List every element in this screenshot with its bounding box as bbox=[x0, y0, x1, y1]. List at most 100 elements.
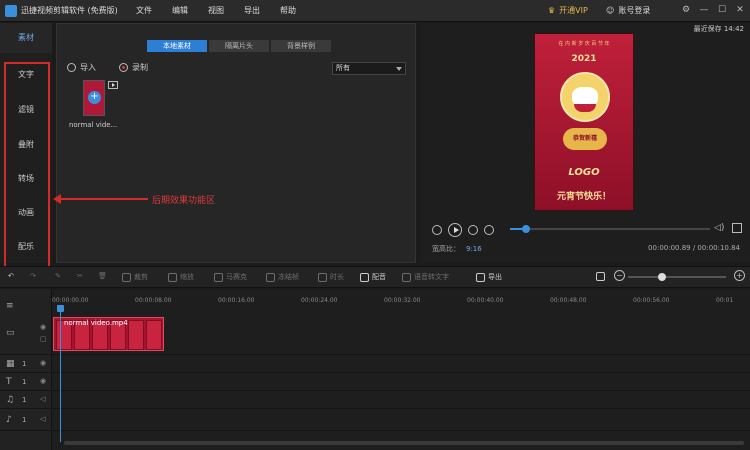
poster-logo: LOGO bbox=[568, 167, 600, 178]
zoom-slider[interactable] bbox=[628, 273, 726, 281]
minimize-icon[interactable]: — bbox=[698, 3, 710, 17]
speaker-icon[interactable]: ◁ bbox=[40, 395, 45, 403]
close-icon[interactable]: ✕ bbox=[734, 3, 746, 17]
window-controls: ⚙ — ☐ ✕ bbox=[680, 3, 746, 17]
redo-icon[interactable]: ↷ bbox=[30, 272, 36, 280]
media-library-panel: 本地素材 隔离片头 背景样例 导入 录制 所有 + normal vide... bbox=[56, 23, 416, 263]
login-button[interactable]: ☺ 账号登录 bbox=[606, 5, 650, 16]
previous-frame-icon[interactable] bbox=[432, 225, 442, 235]
speech-to-text-button[interactable]: 语音转文字 bbox=[402, 272, 449, 282]
tab-material[interactable]: 素材 bbox=[0, 23, 52, 53]
record-button[interactable]: 录制 bbox=[119, 62, 148, 73]
zoom-out-icon[interactable]: − bbox=[614, 270, 625, 281]
freeze-frame-label: 冻结帧 bbox=[278, 273, 299, 281]
app-logo-icon bbox=[5, 5, 17, 17]
tab-local-media[interactable]: 本地素材 bbox=[147, 40, 207, 52]
crop-label: 裁剪 bbox=[134, 273, 148, 281]
lion-head-image bbox=[560, 72, 610, 122]
mosaic-button[interactable]: 马赛克 bbox=[214, 272, 247, 282]
menu-help[interactable]: 帮助 bbox=[280, 5, 296, 16]
menu-file[interactable]: 文件 bbox=[136, 5, 152, 16]
tool-filter[interactable]: 滤镜 bbox=[0, 104, 52, 115]
eye-icon[interactable]: ◉ bbox=[40, 323, 46, 331]
ruler-label: 00:00:00.00 bbox=[52, 297, 89, 304]
split-icon[interactable]: ✂ bbox=[77, 272, 83, 280]
edit-icon[interactable]: ✎ bbox=[55, 272, 61, 280]
zoom-tool-button[interactable]: 缩放 bbox=[168, 272, 194, 282]
aspect-label: 宽高比： bbox=[432, 245, 460, 253]
seek-bar[interactable] bbox=[510, 225, 710, 233]
chevron-down-icon bbox=[396, 67, 402, 71]
lion-mouth bbox=[574, 104, 596, 112]
clock-icon bbox=[318, 272, 327, 282]
poster-badge: 恭贺新禧 bbox=[563, 128, 607, 150]
crop-icon bbox=[122, 272, 131, 282]
delete-icon[interactable]: 🗑 bbox=[98, 272, 107, 280]
next-frame-icon[interactable] bbox=[468, 225, 478, 235]
volume-icon[interactable]: ◁) bbox=[714, 223, 726, 233]
preview-frame: 在 内 新 岁 庆 百 节 年 2021 恭贺新禧 LOGO 元宵节快乐！ bbox=[534, 33, 634, 211]
export-button[interactable]: 导出 bbox=[476, 272, 502, 282]
playback-controls bbox=[432, 223, 494, 237]
ruler-label: 00:01 bbox=[716, 297, 734, 304]
freeze-frame-icon bbox=[266, 272, 275, 282]
app-title: 迅捷视频剪辑软件 (免费版) bbox=[21, 6, 118, 15]
speaker-icon[interactable]: ◁ bbox=[40, 415, 45, 423]
annotation-label: 后期效果功能区 bbox=[152, 196, 216, 206]
crop-button[interactable]: 裁剪 bbox=[122, 272, 148, 282]
undo-icon[interactable]: ↶ bbox=[8, 272, 14, 280]
tool-overlay[interactable]: 叠附 bbox=[0, 139, 52, 150]
freeze-frame-button[interactable]: 冻结帧 bbox=[266, 272, 299, 282]
add-track-icon[interactable]: ≡ bbox=[6, 301, 16, 311]
music-note-icon: ♫ bbox=[6, 395, 15, 405]
zoom-in-icon[interactable]: + bbox=[734, 270, 745, 281]
media-filter-select[interactable]: 所有 bbox=[332, 62, 406, 75]
eye-icon[interactable]: ◉ bbox=[40, 359, 46, 367]
vip-button[interactable]: ♛ 开通VIP bbox=[548, 5, 588, 16]
tool-transition[interactable]: 转场 bbox=[0, 173, 52, 184]
menu-edit[interactable]: 编辑 bbox=[172, 5, 188, 16]
aspect-ratio: 宽高比： 9:16 bbox=[432, 244, 482, 254]
timeline-scrollbar[interactable] bbox=[64, 441, 744, 445]
vip-label: 开通VIP bbox=[559, 6, 588, 15]
eye-icon[interactable]: ◉ bbox=[40, 377, 46, 385]
settings-icon[interactable]: ⚙ bbox=[680, 3, 692, 17]
play-icon[interactable] bbox=[448, 223, 462, 237]
tool-music[interactable]: 配乐 bbox=[0, 241, 52, 252]
text-track-icon: T bbox=[6, 377, 12, 387]
seek-knob[interactable] bbox=[522, 225, 530, 233]
zoom-knob[interactable] bbox=[658, 273, 667, 281]
ruler-label: 00:00:40.00 bbox=[467, 297, 504, 304]
fullscreen-icon[interactable] bbox=[732, 223, 742, 233]
duration-button[interactable]: 时长 bbox=[318, 272, 344, 282]
track-number: 1 bbox=[22, 378, 27, 386]
mosaic-label: 马赛克 bbox=[226, 273, 247, 281]
microphone-icon: ♪ bbox=[6, 415, 12, 425]
lock-icon[interactable]: ▢ bbox=[40, 335, 47, 343]
time-ruler[interactable]: 00:00:00.00 00:00:08.00 00:00:16.00 00:0… bbox=[52, 297, 750, 311]
track-number: 1 bbox=[22, 360, 27, 368]
import-button[interactable]: 导入 bbox=[67, 62, 96, 73]
export-label: 导出 bbox=[488, 273, 502, 281]
ruler-label: 00:00:16.00 bbox=[218, 297, 255, 304]
left-tool-column: 素材 文字 滤镜 叠附 转场 动画 配乐 bbox=[0, 23, 52, 282]
aspect-value[interactable]: 9:16 bbox=[466, 245, 482, 253]
fit-timeline-icon[interactable] bbox=[596, 272, 605, 281]
tool-animation[interactable]: 动画 bbox=[0, 207, 52, 218]
add-icon[interactable]: + bbox=[88, 91, 101, 104]
speech-text-icon bbox=[402, 272, 411, 282]
media-thumbnail[interactable]: + bbox=[83, 80, 105, 116]
menu-export[interactable]: 导出 bbox=[244, 5, 260, 16]
track-number: 1 bbox=[22, 396, 27, 404]
stop-icon[interactable] bbox=[484, 225, 494, 235]
playhead[interactable] bbox=[60, 307, 61, 442]
music-track-row: ♫ 1 ◁ bbox=[0, 391, 750, 409]
voiceover-button[interactable]: 配音 bbox=[360, 272, 386, 282]
tab-background[interactable]: 背景样例 bbox=[271, 40, 331, 52]
maximize-icon[interactable]: ☐ bbox=[716, 3, 728, 17]
edit-toolbar: ↶ ↷ ✎ ✂ 🗑 裁剪 缩放 马赛克 冻结帧 时长 配音 语音转文字 导出 −… bbox=[0, 266, 750, 288]
tool-text[interactable]: 文字 bbox=[0, 69, 52, 80]
tab-intro[interactable]: 隔离片头 bbox=[209, 40, 269, 52]
menu-view[interactable]: 视图 bbox=[208, 5, 224, 16]
zoom-tool-label: 缩放 bbox=[180, 273, 194, 281]
